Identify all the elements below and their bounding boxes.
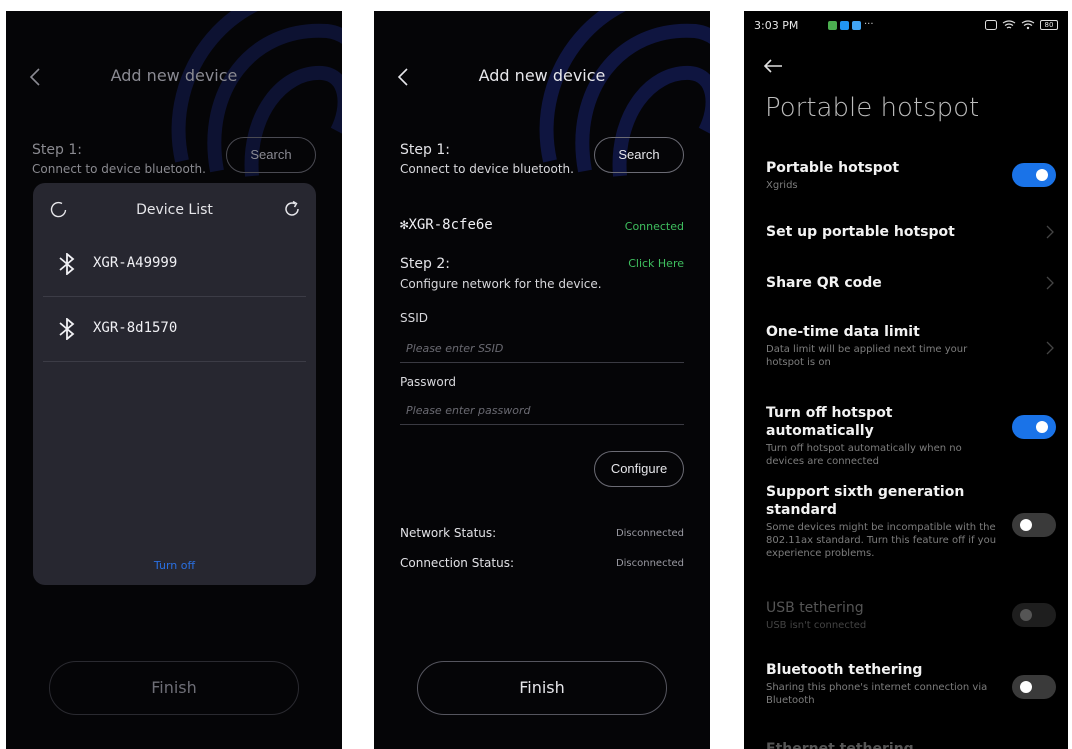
setting-set-up-hotspot[interactable]: Set up portable hotspot — [766, 223, 1000, 241]
app-notification-icon — [852, 21, 861, 30]
page-title: Add new device — [110, 66, 238, 85]
battery-icon: 80 — [1040, 20, 1058, 30]
usb-tethering-toggle — [1012, 603, 1056, 627]
bluetooth-icon — [59, 253, 75, 275]
header: Add new device — [6, 63, 342, 93]
header: Add new device — [374, 63, 710, 93]
step1-description: Connect to device bluetooth. — [32, 162, 206, 176]
device-list-item[interactable]: XGR-A49999 — [43, 233, 306, 297]
setting-data-limit[interactable]: One-time data limit Data limit will be a… — [766, 323, 1000, 369]
step1-description: Connect to device bluetooth. — [400, 162, 574, 176]
screen-cast-icon — [985, 20, 997, 30]
chevron-right-icon — [1046, 341, 1054, 355]
page-title: Portable hotspot — [765, 93, 980, 123]
setting-subtitle: Some devices might be incompatible with … — [766, 522, 997, 559]
setting-subtitle: Xgrids — [766, 180, 798, 191]
page-title: Add new device — [478, 66, 606, 85]
device-list-title: Device List — [136, 202, 213, 218]
search-button[interactable]: Search — [226, 137, 316, 173]
network-status-value: Disconnected — [615, 528, 684, 539]
configure-button[interactable]: Configure — [594, 451, 684, 487]
screen-portable-hotspot: 3:03 PM ··· 80 Portable hotspot Portable… — [744, 11, 1068, 749]
bluetooth-tethering-toggle[interactable] — [1012, 675, 1056, 699]
setting-usb-tethering: USB tethering USB isn't connected — [766, 599, 1000, 632]
password-input[interactable] — [400, 397, 684, 425]
setting-title: Support sixth generation standard — [766, 484, 965, 518]
setting-subtitle: USB isn't connected — [766, 620, 867, 631]
notification-icons: ··· — [828, 19, 874, 30]
password-label: Password — [400, 375, 457, 389]
search-button[interactable]: Search — [594, 137, 684, 173]
device-status-badge: Connected — [624, 220, 684, 233]
network-status-label: Network Status: — [400, 526, 497, 540]
app-notification-icon — [828, 21, 837, 30]
connection-status-value: Disconnected — [615, 558, 684, 569]
setting-title: One-time data limit — [766, 324, 920, 340]
device-name: XGR-A49999 — [93, 255, 178, 271]
wifi6-standard-toggle[interactable] — [1012, 513, 1056, 537]
finish-button[interactable]: Finish — [49, 661, 299, 715]
setting-title: Ethernet tethering — [766, 741, 914, 749]
bluetooth-icon — [59, 318, 75, 340]
ssid-input[interactable] — [400, 335, 684, 363]
setting-bluetooth-tethering[interactable]: Bluetooth tethering Sharing this phone's… — [766, 661, 1000, 707]
chevron-right-icon — [1046, 276, 1054, 290]
device-list-item[interactable]: XGR-8d1570 — [43, 298, 306, 362]
system-icons: 80 — [985, 20, 1058, 30]
more-notifications-icon: ··· — [864, 19, 874, 30]
screen-add-device-configure: Add new device Step 1: Connect to device… — [374, 11, 710, 749]
step2-title: Step 2: — [400, 256, 450, 272]
setting-title: Set up portable hotspot — [766, 224, 955, 240]
setting-ethernet-tethering[interactable]: Ethernet tethering — [766, 740, 1000, 749]
refresh-icon[interactable] — [282, 199, 302, 219]
device-list-panel: Device List XGR-A49999 XGR-8d1570 Turn o… — [33, 183, 316, 585]
battery-level: 80 — [1044, 21, 1054, 29]
back-arrow-icon[interactable] — [762, 57, 784, 75]
setting-title: Turn off hotspot automatically — [766, 405, 893, 439]
chevron-right-icon — [1046, 225, 1054, 239]
setting-title: Bluetooth tethering — [766, 662, 923, 678]
step1-title: Step 1: — [32, 142, 82, 158]
status-bar: 3:03 PM ··· 80 — [754, 19, 1058, 35]
setting-subtitle: Sharing this phone's internet connection… — [766, 682, 988, 706]
auto-turn-off-toggle[interactable] — [1012, 415, 1056, 439]
setting-portable-hotspot[interactable]: Portable hotspot Xgrids — [766, 159, 1000, 192]
device-name: XGR-8d1570 — [93, 320, 178, 336]
connected-device: ✻XGR-8cfe6e — [400, 217, 493, 233]
setting-auto-turn-off[interactable]: Turn off hotspot automatically Turn off … — [766, 404, 1000, 468]
step1-title: Step 1: — [400, 142, 450, 158]
finish-button[interactable]: Finish — [417, 661, 667, 715]
device-name: XGR-8cfe6e — [408, 217, 493, 233]
setting-title: Portable hotspot — [766, 160, 900, 176]
click-here-link[interactable]: Click Here — [628, 257, 684, 270]
hotspot-icon — [1021, 20, 1035, 30]
turn-off-button[interactable]: Turn off — [33, 559, 316, 572]
portable-hotspot-toggle[interactable] — [1012, 163, 1056, 187]
connection-status-label: Connection Status: — [400, 556, 514, 570]
setting-subtitle: Turn off hotspot automatically when no d… — [766, 443, 962, 467]
setting-title: Share QR code — [766, 275, 882, 291]
setting-share-qr-code[interactable]: Share QR code — [766, 274, 1000, 292]
app-notification-icon — [840, 21, 849, 30]
screen-add-device-scanning: Add new device Step 1: Connect to device… — [6, 11, 342, 749]
step2-description: Configure network for the device. — [400, 277, 602, 291]
status-time: 3:03 PM — [754, 19, 799, 32]
setting-wifi6-standard[interactable]: Support sixth generation standard Some d… — [766, 483, 1000, 560]
ssid-label: SSID — [400, 311, 429, 325]
setting-subtitle: Data limit will be applied next time you… — [766, 344, 968, 368]
setting-title: USB tethering — [766, 600, 864, 616]
wifi-icon — [1002, 20, 1016, 29]
